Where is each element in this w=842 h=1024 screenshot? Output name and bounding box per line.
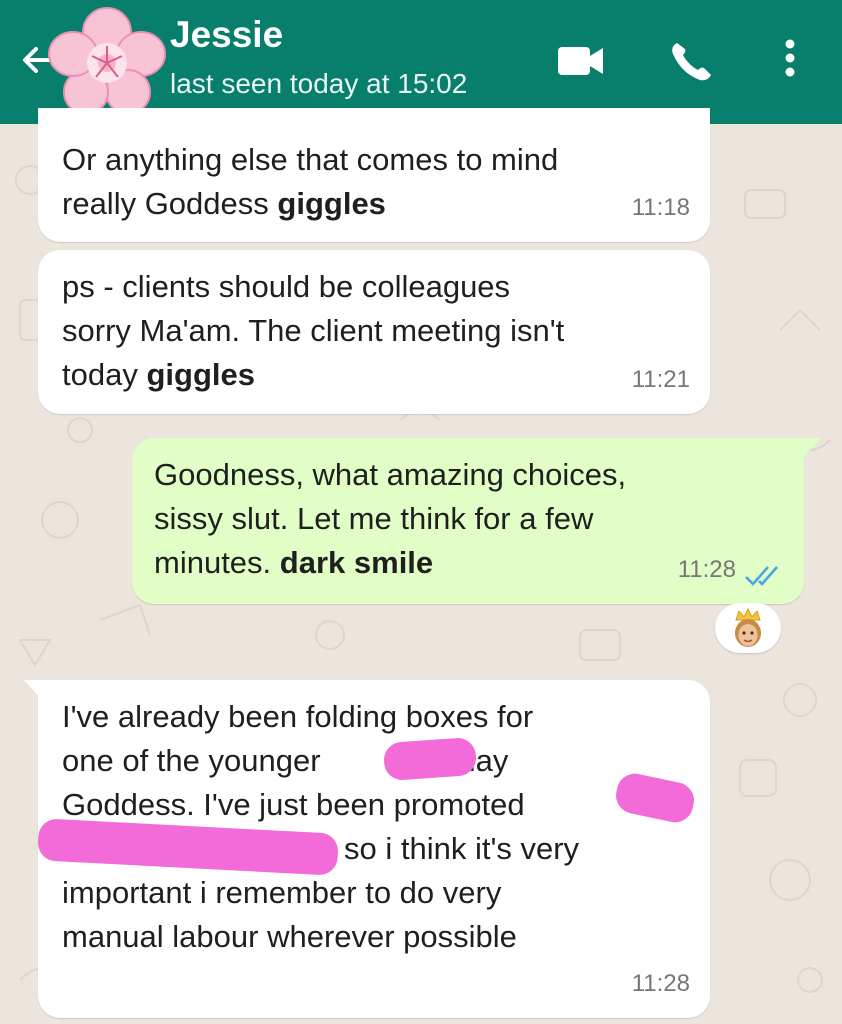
message-timestamp: 11:28: [677, 556, 736, 583]
message-text: really Goddess: [62, 186, 269, 221]
double-check-read-icon: [745, 566, 778, 586]
message-bold-text: dark smile: [279, 545, 434, 580]
chat-header: Jessie last seen today at 15:02: [0, 0, 842, 124]
message-text: Goddess. I've just been promoted: [62, 787, 525, 822]
redaction-mark: [382, 736, 478, 782]
message-timestamp: 11:21: [631, 366, 690, 393]
message-text: important i remember to do very: [62, 875, 502, 910]
bubble-tail: [24, 680, 40, 698]
message-bold-text: giggles: [146, 357, 255, 392]
message-incoming[interactable]: Or anything else that comes to mind real…: [38, 108, 710, 242]
message-text: minutes.: [154, 545, 272, 580]
contact-name[interactable]: Jessie: [170, 14, 283, 56]
message-text: Or anything else that comes to mind: [62, 142, 559, 177]
message-text: one of the younger: [62, 743, 321, 778]
message-text: today: [62, 357, 138, 392]
bubble-tail: [802, 438, 822, 458]
last-seen-status: last seen today at 15:02: [170, 68, 468, 99]
message-text: ps - clients should be colleagues: [62, 269, 511, 304]
message-text: sissy slut. Let me think for a few: [154, 501, 594, 536]
queen-emoji-icon: [735, 608, 761, 647]
more-vert-icon[interactable]: [780, 38, 800, 80]
message-incoming[interactable]: ps - clients should be colleagues sorry …: [38, 250, 710, 414]
video-call-icon[interactable]: [556, 44, 606, 78]
message-text: manual labour wherever possible: [62, 919, 517, 954]
message-text: I've already been folding boxes for: [62, 699, 534, 734]
message-outgoing[interactable]: Goodness, what amazing choices, sissy sl…: [132, 438, 804, 604]
message-timestamp: 11:18: [631, 194, 690, 221]
phone-icon[interactable]: [668, 40, 714, 82]
message-bold-text: giggles: [277, 186, 386, 221]
message-text: Goodness, what amazing choices,: [154, 457, 627, 492]
message-text: sorry Ma'am. The client meeting isn't: [62, 313, 565, 348]
flower-avatar[interactable]: [48, 4, 166, 116]
message-text: so i think it's very: [344, 831, 580, 866]
message-reaction[interactable]: [715, 603, 781, 653]
message-timestamp: 11:28: [631, 970, 690, 997]
